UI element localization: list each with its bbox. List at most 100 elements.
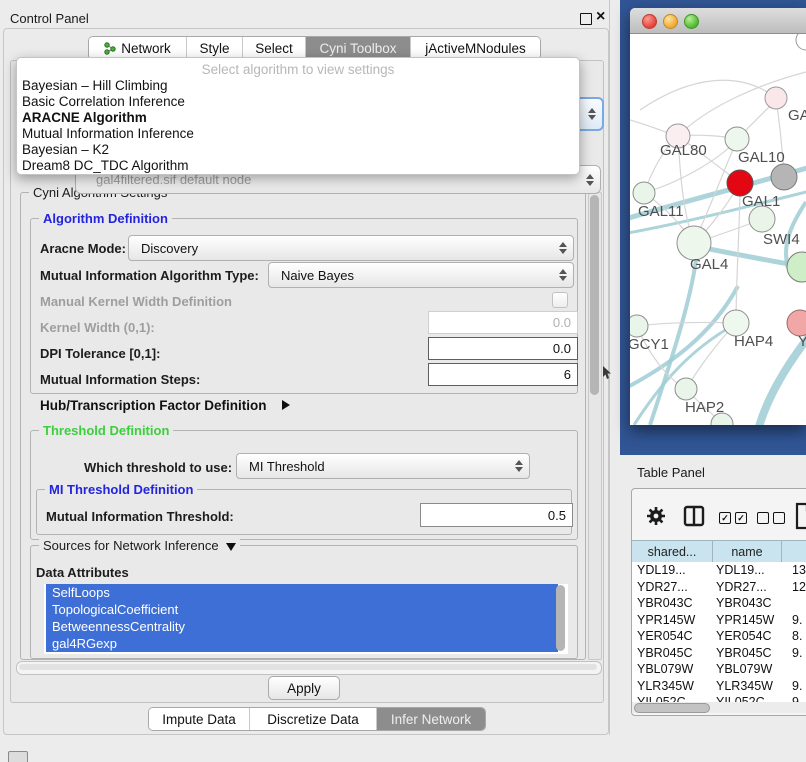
close-traffic-icon[interactable] [642,14,657,29]
minimize-traffic-icon[interactable] [663,14,678,29]
table-row[interactable]: YBR045C YBR045C 9. [632,645,806,662]
attribute-item[interactable]: TopologicalCoefficient [46,601,558,618]
control-panel-title: Control Panel [10,11,89,26]
column-header-partial[interactable] [782,541,806,563]
manual-kernel-checkbox[interactable] [552,292,568,308]
tab-cyni-toolbox-label: Cyni Toolbox [319,41,396,56]
mi-threshold-field[interactable]: 0.5 [420,503,573,527]
cell-name: YDR27... [716,580,767,594]
tab-infer-network[interactable]: Infer Network [377,708,485,730]
table-row[interactable]: YDR27... YDR27... 12 [632,579,806,596]
tab-cyni-toolbox[interactable]: Cyni Toolbox [306,37,411,59]
cell-value: 9. [792,613,802,627]
dpi-tolerance-field[interactable]: 0.0 [428,337,578,360]
node-gcy1[interactable] [630,315,648,337]
collapsed-panel-icon[interactable] [8,751,28,762]
table-row[interactable]: YLR345W YLR345W 9. [632,678,806,695]
new-document-icon[interactable] [795,502,806,530]
attribute-item[interactable]: gal4RGexp [46,635,558,652]
column-header-shared-name[interactable]: shared... [632,541,713,563]
node-gal11[interactable] [633,182,655,204]
cell-shared-name: YDR27... [637,580,688,594]
cell-value: 13 [792,563,806,577]
attribute-item[interactable]: BetweennessCentrality [46,618,558,635]
cell-name: YPR145W [716,613,774,627]
settings-gear-icon[interactable] [646,506,666,526]
node-gal10[interactable] [725,127,749,151]
expander-collapsed-icon[interactable] [282,400,290,410]
table-row[interactable]: YBL079W YBL079W [632,661,806,678]
tab-select[interactable]: Select [243,37,306,59]
table-hscrollbar-thumb[interactable] [634,703,710,713]
mi-threshold-label: Mutual Information Threshold: [46,509,234,524]
expander-expanded-icon[interactable] [226,543,236,551]
network-window-titlebar[interactable] [630,8,806,34]
algorithm-option[interactable]: Mutual Information Inference [22,126,572,142]
which-threshold-select[interactable]: MI Threshold [236,453,530,479]
algorithm-option[interactable]: Basic Correlation Inference [22,94,572,110]
data-attributes-list: SelfLoops TopologicalCoefficient Between… [44,584,568,654]
tab-impute-data[interactable]: Impute Data [149,708,250,730]
close-icon[interactable]: × [596,8,605,26]
mi-steps-field[interactable]: 6 [428,363,578,386]
mi-threshold-group-title: MI Threshold Definition [45,482,197,497]
cell-value: 9 [792,695,799,702]
table-hscrollbar-track[interactable] [632,702,806,713]
aracne-mode-select[interactable]: Discovery [128,235,574,261]
mouse-cursor-icon [602,366,612,380]
cell-name: YIL052C [716,695,765,702]
float-window-icon[interactable] [580,13,592,25]
table-row[interactable]: YBR043C YBR043C [632,595,806,612]
kernel-width-field[interactable]: 0.0 [428,311,578,334]
tab-style-label: Style [199,41,229,56]
node-hap2[interactable] [675,378,697,400]
node-label: GAL11 [638,203,684,220]
deselect-all-columns-icon[interactable] [757,512,785,524]
algorithm-option-aracne[interactable]: ARACNE Algorithm [22,110,572,126]
network-view-window[interactable]: GAL80 GAL10 GAL GAL1 GAL11 SWI4 GAL4 GCY… [630,8,806,425]
node-label: SWI4 [763,231,800,248]
table-row[interactable]: YDL19... YDL19... 13 [632,562,806,579]
node-gal4[interactable] [677,226,711,260]
node-partial-top[interactable] [796,34,806,50]
tab-select-label: Select [255,41,293,56]
zoom-traffic-icon[interactable] [684,14,699,29]
network-canvas[interactable]: GAL80 GAL10 GAL GAL1 GAL11 SWI4 GAL4 GCY… [630,34,806,425]
node-gal-partial[interactable] [765,87,787,109]
dpi-tolerance-label: DPI Tolerance [0,1]: [40,346,160,361]
node-label: GAL10 [738,149,785,166]
apply-label: Apply [287,681,321,696]
split-columns-icon[interactable] [683,505,705,527]
algorithm-option[interactable]: Bayesian – K2 [22,142,572,158]
node-label: Y [798,333,806,350]
table-row[interactable]: YER054C YER054C 8. [632,628,806,645]
attribute-item[interactable]: SelfLoops [46,584,558,601]
tab-jactivemnodules[interactable]: jActiveMNodules [411,37,540,59]
cyni-bottom-tabbar: Impute Data Discretize Data Infer Networ… [148,707,486,731]
data-attributes-label: Data Attributes [36,565,129,580]
cell-name: YBR043C [716,596,772,610]
mi-type-select[interactable]: Naive Bayes [268,262,574,288]
column-header-name[interactable]: name [713,541,782,563]
node-gray[interactable] [771,164,797,190]
algorithm-option[interactable]: Dream8 DC_TDC Algorithm [22,158,572,174]
cell-shared-name: YDL19... [637,563,686,577]
which-threshold-value: MI Threshold [237,459,325,474]
table-row-partial[interactable]: YIL052C YIL052C 9 [632,694,806,702]
table-row[interactable]: YPR145W YPR145W 9. [632,612,806,629]
settings-hscrollbar[interactable] [16,661,602,675]
tab-discretize-data[interactable]: Discretize Data [250,708,377,730]
kernel-width-value: 0.0 [553,315,571,330]
node-green-right[interactable] [787,252,806,282]
apply-button[interactable]: Apply [268,676,340,700]
select-all-columns-icon[interactable]: ✓ ✓ [719,512,747,524]
list-scrollbar[interactable] [556,585,565,651]
cell-name: YBR045C [716,646,772,660]
tab-network[interactable]: Network [89,37,187,59]
algorithm-option[interactable]: Bayesian – Hill Climbing [22,78,572,94]
settings-scrollbar-thumb[interactable] [590,195,599,395]
tab-style[interactable]: Style [187,37,243,59]
cell-name: YER054C [716,629,772,643]
stepper-icon [559,269,567,281]
dpi-tolerance-value: 0.0 [553,341,571,356]
